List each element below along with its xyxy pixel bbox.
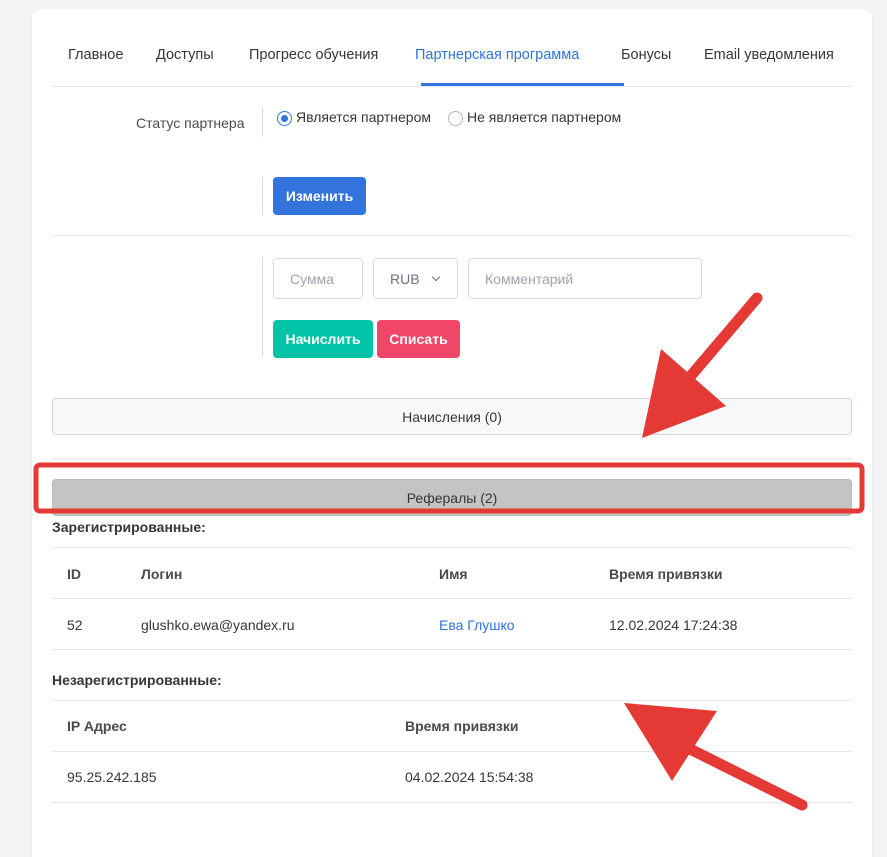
credit-button[interactable]: Начислить — [273, 320, 373, 358]
debit-button[interactable]: Списать — [377, 320, 460, 358]
tab-bar: Главное Доступы Прогресс обучения Партне… — [52, 9, 852, 87]
col-login: Логин — [141, 566, 183, 582]
table-border — [52, 802, 852, 803]
table-border — [52, 649, 852, 650]
divider — [262, 257, 263, 357]
radio-not-partner-label[interactable]: Не является партнером — [467, 109, 621, 125]
col-bind-time: Время привязки — [405, 718, 519, 734]
radio-not-partner[interactable] — [448, 111, 463, 126]
radio-is-partner[interactable] — [277, 111, 292, 126]
table-border — [52, 598, 852, 599]
section-divider — [52, 458, 852, 459]
currency-value: RUB — [390, 270, 420, 287]
tab-email-notifications[interactable]: Email уведомления — [704, 47, 834, 63]
unregistered-title: Незарегистрированные: — [52, 672, 222, 688]
cell-name-link[interactable]: Ева Глушко — [439, 617, 515, 633]
cell-bind-time: 12.02.2024 17:24:38 — [609, 617, 738, 633]
table-border — [52, 700, 852, 701]
radio-is-partner-label[interactable]: Является партнером — [296, 109, 431, 125]
table-border — [52, 547, 852, 548]
cell-id: 52 — [67, 617, 83, 633]
active-tab-indicator — [421, 83, 624, 86]
tab-main[interactable]: Главное — [68, 47, 123, 63]
comment-input[interactable] — [468, 258, 702, 299]
change-status-button[interactable]: Изменить — [273, 177, 366, 215]
cell-bind-time: 04.02.2024 15:54:38 — [405, 769, 534, 785]
section-divider — [52, 235, 852, 236]
accruals-toggle-button[interactable]: Начисления (0) — [52, 398, 852, 435]
divider — [262, 107, 263, 137]
cell-ip: 95.25.242.185 — [67, 769, 157, 785]
tab-access[interactable]: Доступы — [156, 47, 214, 63]
registered-title: Зарегистрированные: — [52, 519, 206, 535]
chevron-down-icon — [431, 272, 441, 282]
col-ip-address: IP Адрес — [67, 718, 127, 734]
cell-login: glushko.ewa@yandex.ru — [141, 617, 295, 633]
col-name: Имя — [439, 566, 468, 582]
amount-input[interactable] — [273, 258, 363, 299]
currency-select[interactable]: RUB — [373, 258, 458, 299]
user-card: Главное Доступы Прогресс обучения Партне… — [32, 9, 872, 857]
col-bind-time: Время привязки — [609, 566, 723, 582]
referrals-toggle-button[interactable]: Рефералы (2) — [52, 479, 852, 516]
tab-bonuses[interactable]: Бонусы — [621, 47, 671, 63]
divider — [262, 177, 263, 215]
tab-learning-progress[interactable]: Прогресс обучения — [249, 47, 378, 63]
partner-status-label: Статус партнера — [136, 115, 245, 131]
table-border — [52, 751, 852, 752]
col-id: ID — [67, 566, 81, 582]
tab-partner-program[interactable]: Партнерская программа — [415, 47, 579, 63]
